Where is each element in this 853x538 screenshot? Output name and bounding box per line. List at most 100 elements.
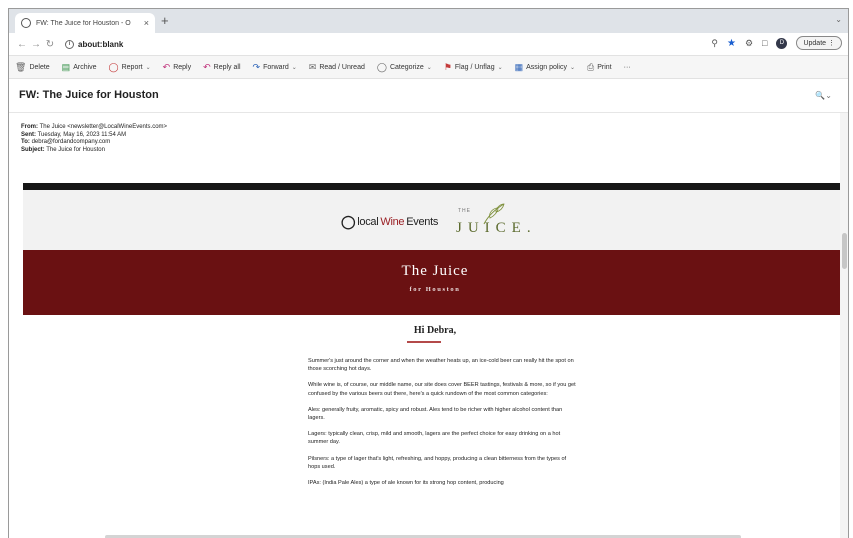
tab-strip: FW: The Juice for Houston - O × + ⌄ [9, 9, 848, 33]
trash-icon: 🗑 [15, 61, 27, 72]
reply-all-button[interactable]: ↶ Reply all [203, 62, 240, 73]
forward-button[interactable]: ↷ Forward ⌄ [253, 62, 297, 73]
forward-label: Forward [263, 63, 289, 71]
reply-button[interactable]: ↶ Reply [163, 62, 191, 73]
the-juice-logo[interactable]: THE JUICE. [448, 202, 558, 246]
chevron-down-icon: ⌄ [145, 64, 151, 71]
categorize-label: Categorize [389, 63, 424, 71]
to-line: To: debra@fordandcompany.com [21, 139, 167, 147]
archive-button[interactable]: ▤ Archive [62, 62, 97, 73]
juice-logo-word: JUICE. [456, 220, 537, 236]
globe-icon [21, 18, 31, 28]
newsletter-body: Summer's just around the corner and when… [308, 357, 578, 495]
more-button[interactable]: ··· [624, 64, 631, 71]
sent-value: Tuesday, May 16, 2023 11:54 AM [37, 131, 127, 138]
print-button[interactable]: ⎙ Print [587, 62, 612, 73]
zoom-icon[interactable]: 🔍⌄ [815, 91, 832, 100]
chevron-down-icon: ⌄ [570, 64, 576, 71]
logo-band: ◯ local Wine Events THE JUICE. [23, 190, 847, 250]
url-text: about:blank [78, 39, 124, 49]
envelope-icon: ✉ [308, 61, 317, 72]
paragraph: Ales: generally fruity, aromatic, spicy … [308, 406, 563, 422]
from-value: The Juice <newsletter@LocalWineEvents.co… [39, 124, 168, 130]
report-icon: ◯ [108, 61, 119, 72]
subject-label: Subject: [21, 146, 45, 153]
reply-all-label: Reply all [213, 63, 241, 71]
chevron-down-icon: ⌄ [426, 64, 432, 71]
back-icon[interactable]: ← [15, 39, 29, 50]
to-value: debra@fordandcompany.com [31, 139, 111, 146]
newsletter: ◯ local Wine Events THE JUICE. The Juice f… [23, 183, 847, 538]
juice-logo-the: THE [458, 208, 471, 214]
close-icon[interactable]: × [144, 18, 149, 28]
update-label: Update [803, 40, 827, 47]
info-icon[interactable]: i [65, 39, 74, 49]
reload-icon[interactable]: ↻ [43, 39, 57, 50]
print-label: Print [597, 63, 612, 71]
paragraph: While wine is, of course, our middle nam… [308, 382, 576, 397]
lwe-mark-icon: ◯ [341, 214, 356, 229]
subject-bar: FW: The Juice for Houston 🔍⌄ [9, 79, 848, 113]
subject-line: Subject: The Juice for Houston [21, 147, 167, 155]
lock-icon[interactable]: ⚲ [711, 38, 718, 49]
banner-subtitle: for Houston [409, 286, 461, 293]
toolbar-right-icons: ⚲ ★ ⚙ □ D Update ⋮ [711, 36, 842, 50]
command-bar: 🗑 Delete ▤ Archive ◯ Report ⌄ ↶ Reply ↶ … [9, 55, 848, 79]
new-tab-button[interactable]: + [161, 13, 169, 29]
assign-policy-label: Assign policy [526, 63, 567, 71]
url-field[interactable]: i about:blank [65, 39, 124, 49]
chevron-down-icon: ⌄ [497, 64, 503, 71]
vertical-scrollbar[interactable] [840, 113, 848, 538]
reply-label: Reply [173, 63, 192, 71]
delete-label: Delete [29, 63, 50, 71]
forward-icon: ↷ [252, 61, 261, 72]
browser-tab[interactable]: FW: The Juice for Houston - O × [15, 13, 155, 33]
tag-icon: ◯ [376, 61, 387, 72]
extensions-icon[interactable]: ⚙ [745, 38, 753, 49]
to-label: To: [21, 139, 30, 146]
tab-title: FW: The Juice for Houston - O [36, 19, 131, 27]
lwe-logo-local: local [357, 216, 379, 228]
banner-title: The Juice [401, 263, 469, 279]
print-icon: ⎙ [587, 61, 595, 72]
flag-label: Flag / Unflag [454, 63, 495, 71]
lwe-logo-events: Events [406, 216, 439, 228]
categorize-button[interactable]: ◯ Categorize ⌄ [377, 62, 432, 73]
scrollbar-thumb[interactable] [842, 233, 847, 269]
report-button[interactable]: ◯ Report ⌄ [109, 62, 151, 73]
read-unread-label: Read / Unread [319, 63, 365, 71]
flag-button[interactable]: ⚑ Flag / Unflag ⌄ [444, 62, 503, 73]
report-label: Report [121, 63, 143, 71]
subject-value: The Juice for Houston [46, 146, 105, 153]
policy-icon: ▦ [514, 61, 524, 72]
chevron-down-icon[interactable]: ⌄ [835, 15, 842, 24]
lwe-logo-wine: Wine [380, 216, 405, 228]
newsletter-top-bar [23, 183, 847, 190]
reply-all-icon: ↶ [203, 61, 211, 72]
flag-icon: ⚑ [443, 61, 452, 72]
assign-policy-button[interactable]: ▦ Assign policy ⌄ [515, 62, 575, 73]
delete-button[interactable]: 🗑 Delete [15, 62, 50, 73]
avatar[interactable]: D [776, 37, 788, 49]
from-label: From: [21, 124, 38, 130]
sent-label: Sent: [21, 131, 36, 138]
paragraph: Summer's just around the corner and when… [308, 358, 574, 373]
archive-label: Archive [73, 63, 97, 71]
newsletter-banner: The Juice for Houston [23, 250, 847, 315]
paragraph: Lagers: typically clean, crisp, mild and… [308, 431, 561, 446]
paragraph: Pilsners: a type of lager that's light, … [308, 455, 567, 470]
update-button[interactable]: Update ⋮ [796, 36, 842, 50]
paragraph: IPAs: (India Pale Ales) a type of ale kn… [308, 480, 504, 487]
greeting: Hi Debra, [413, 325, 457, 336]
sent-line: Sent: Tuesday, May 16, 2023 11:54 AM [21, 132, 167, 140]
localwineevents-logo[interactable]: ◯ local Wine Events [341, 214, 438, 230]
forward-nav-icon[interactable]: → [29, 39, 43, 50]
page-title: FW: The Juice for Houston [19, 89, 159, 101]
sidebar-icon[interactable]: □ [762, 38, 767, 48]
from-line: From: The Juice <newsletter@LocalWineEve… [21, 124, 167, 132]
more-icon: ··· [623, 63, 631, 71]
address-bar-row: ← → ↻ i about:blank ⚲ ★ ⚙ □ D Update ⋮ [9, 33, 848, 55]
chevron-down-icon: ⌄ [291, 64, 297, 71]
star-icon[interactable]: ★ [727, 38, 736, 49]
read-unread-button[interactable]: ✉ Read / Unread [309, 62, 365, 73]
